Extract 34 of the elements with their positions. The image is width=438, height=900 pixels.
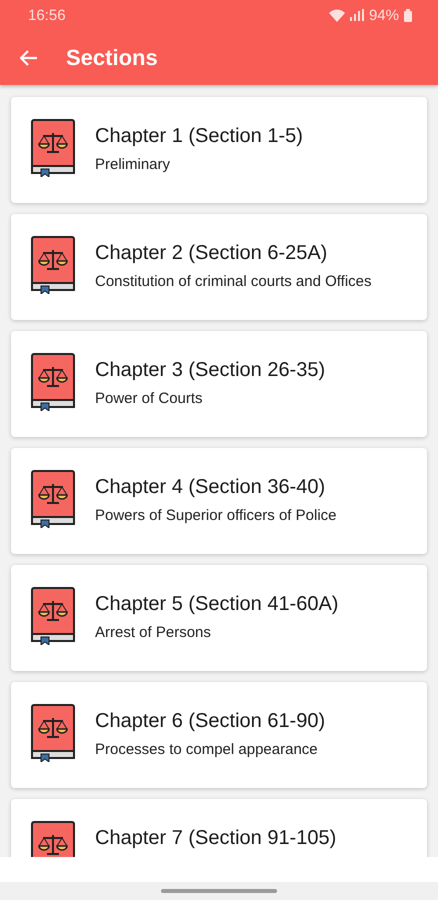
- chapter-title: Chapter 2 (Section 6-25A): [95, 242, 328, 265]
- chapter-card[interactable]: Chapter 2 (Section 6-25A) Constitution of criminal courts and Offices: [11, 214, 427, 320]
- status-time: 16:56: [28, 6, 66, 24]
- chapter-title: Chapter 3 (Section 26-35): [95, 359, 326, 382]
- back-button[interactable]: [18, 48, 40, 68]
- chapter-card[interactable]: Chapter 7 (Section 91-105): [11, 799, 427, 857]
- law-book-icon: [31, 353, 75, 411]
- chapter-card[interactable]: Chapter 5 (Section 41-60A) Arrest of Persons: [11, 565, 427, 671]
- chapter-subtitle: Power of Courts: [95, 390, 204, 408]
- battery-icon: [404, 8, 412, 22]
- chapter-subtitle: Powers of Superior officers of Police: [95, 507, 337, 525]
- chapter-subtitle: Arrest of Persons: [95, 624, 212, 642]
- wifi-icon: [328, 8, 345, 22]
- chapter-title: Chapter 4 (Section 36-40): [95, 476, 326, 499]
- law-book-icon: [31, 470, 75, 528]
- chapter-subtitle: Processes to compel appearance: [95, 741, 319, 759]
- chapter-title: Chapter 6 (Section 61-90): [95, 710, 326, 733]
- law-book-icon: [31, 587, 75, 645]
- signal-icon: [350, 9, 364, 21]
- chapter-card[interactable]: Chapter 1 (Section 1-5) Preliminary: [11, 97, 427, 203]
- law-book-icon: [31, 236, 75, 294]
- chapter-title: Chapter 5 (Section 41-60A): [95, 593, 338, 616]
- law-book-icon: [31, 704, 75, 762]
- chapter-title: Chapter 1 (Section 1-5): [95, 125, 303, 148]
- screen-title: Sections: [66, 44, 158, 70]
- chapter-card[interactable]: Chapter 4 (Section 36-40) Powers of Superior officers of Police: [11, 448, 427, 554]
- chapter-subtitle: Constitution of criminal courts and Offices: [95, 273, 372, 291]
- battery-percent: 94%: [368, 6, 399, 24]
- law-book-icon: [31, 119, 75, 177]
- chapter-card[interactable]: Chapter 3 (Section 26-35) Power of Courts: [11, 331, 427, 437]
- chapter-card[interactable]: Chapter 6 (Section 61-90) Processes to compel appearance: [11, 682, 427, 788]
- chapter-title: Chapter 7 (Section 91-105): [95, 827, 336, 850]
- back-arrow-icon: [20, 50, 38, 66]
- chapter-subtitle: Preliminary: [95, 156, 172, 174]
